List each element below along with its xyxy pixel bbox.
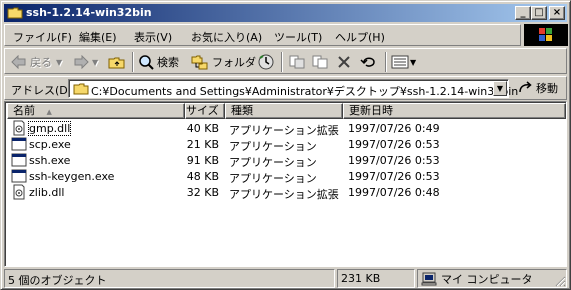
windows-logo [524,24,568,46]
toolbar-separator [385,52,387,72]
file-name: gmp.dll [27,121,72,136]
menu-view[interactable]: 表示(V) [134,29,172,45]
file-size: 48 KB [186,170,219,183]
go-button[interactable]: 移動 [517,80,558,96]
maximize-button[interactable]: □ [531,6,547,20]
column-header-modified[interactable]: 更新日時 [343,103,566,119]
views-icon [391,55,409,69]
delete-icon [338,56,350,68]
status-object-count: 5 個のオブジェクト [4,269,335,288]
copy-to-icon [312,55,328,69]
column-header-type[interactable]: 種類 [225,103,343,119]
file-size: 91 KB [186,154,219,167]
file-modified: 1997/07/26 0:48 [348,186,440,199]
menu-file[interactable]: ファイル(F) [13,29,72,45]
minimize-button[interactable]: _ [515,6,531,20]
up-folder-icon [108,57,125,69]
back-button[interactable]: 戻る ▼ [11,52,62,72]
list-header: 名前 ▲ サイズ 種類 更新日時 [7,103,566,119]
history-icon [258,54,274,70]
file-row[interactable]: ssh.exe 91 KB アプリケーション 1997/07/26 0:53 [7,152,566,169]
address-dropdown-button[interactable]: ▼ [493,81,507,96]
file-modified: 1997/07/26 0:53 [348,154,440,167]
views-button[interactable]: ▼ [391,52,416,72]
file-size: 40 KB [186,122,219,135]
file-row[interactable]: scp.exe 21 KB アプリケーション 1997/07/26 0:53 [7,136,566,153]
resize-grip-icon[interactable] [554,275,566,287]
up-folder-button[interactable] [108,52,126,72]
toolbar-separator [132,52,134,72]
file-name: zlib.dll [29,186,65,199]
dll-icon [13,120,25,136]
file-modified: 1997/07/26 0:53 [348,170,440,183]
column-header-name[interactable]: 名前 ▲ [7,103,185,119]
search-button[interactable]: 検索 [138,52,179,72]
file-name: scp.exe [29,138,71,151]
title-bar[interactable]: ssh-1.2.14-win32bin _ □ × [4,4,567,22]
folders-icon [191,55,208,70]
back-label: 戻る [30,56,52,69]
menu-help[interactable]: ヘルプ(H) [335,29,385,45]
sort-ascending-icon: ▲ [46,108,52,116]
back-icon [11,55,26,69]
dll-icon [13,184,25,200]
column-name-label: 名前 [13,104,35,117]
go-label: 移動 [536,82,558,95]
menu-favorites[interactable]: お気に入り(A) [191,29,262,45]
views-dropdown-icon: ▼ [410,57,417,67]
go-arrow-icon [519,81,532,93]
forward-dropdown-icon: ▼ [92,57,99,67]
file-name: ssh-keygen.exe [29,170,115,183]
back-dropdown-icon: ▼ [56,57,63,67]
file-row[interactable]: gmp.dll 40 KB アプリケーション拡張 1997/07/26 0:49 [7,120,566,137]
address-label: アドレス(D) [11,84,73,97]
status-size: 231 KB [337,269,415,288]
folders-button[interactable]: フォルダ [191,52,256,72]
file-modified: 1997/07/26 0:53 [348,138,440,151]
folders-label: フォルダ [212,56,256,69]
address-input[interactable]: C:¥Documents and Settings¥Administrator¥… [68,79,518,98]
forward-button[interactable]: ▼ [73,52,98,72]
folder-icon [7,7,23,19]
menu-tools[interactable]: ツール(T) [274,29,322,45]
undo-button[interactable] [360,52,378,72]
menu-edit[interactable]: 編集(E) [79,29,117,45]
menu-bar: ファイル(F) 編集(E) 表示(V) お気に入り(A) ツール(T) ヘルプ(… [4,24,521,46]
search-label: 検索 [157,56,179,69]
file-modified: 1997/07/26 0:49 [348,122,440,135]
status-location-label: マイ コンピュータ [441,272,533,286]
move-to-button[interactable] [288,52,306,72]
explorer-window: ssh-1.2.14-win32bin _ □ × ファイル(F) 編集(E) … [0,0,571,290]
window-title: ssh-1.2.14-win32bin [26,6,152,19]
file-list[interactable]: 名前 ▲ サイズ 種類 更新日時 gmp.dll 40 KB アプリケーション拡張 1… [4,101,567,267]
folder-icon [73,83,89,95]
file-name: ssh.exe [29,154,71,167]
exe-icon [11,153,27,167]
history-button[interactable] [257,52,275,72]
file-row[interactable]: zlib.dll 32 KB アプリケーション拡張 1997/07/26 0:48 [7,184,566,201]
toolbar-separator [281,52,283,72]
forward-icon [74,55,89,69]
my-computer-icon [421,272,437,285]
column-header-size[interactable]: サイズ [185,103,225,119]
status-zone: マイ コンピュータ [417,269,567,288]
status-bar: 5 個のオブジェクト 231 KB マイ コンピュータ [4,269,567,288]
address-path: C:¥Documents and Settings¥Administrator¥… [91,85,519,98]
file-size: 32 KB [186,186,219,199]
standard-toolbar: 戻る ▼ ▼ 検索 フォルダ ▼ [4,48,567,74]
exe-icon [11,169,27,183]
file-type: アプリケーション拡張 [229,188,339,201]
move-to-icon [289,55,305,69]
search-icon [139,55,154,70]
file-row[interactable]: ssh-keygen.exe 48 KB アプリケーション 1997/07/26 0:… [7,168,566,185]
exe-icon [11,137,27,151]
copy-to-button[interactable] [311,52,329,72]
address-bar: アドレス(D) C:¥Documents and Settings¥Admini… [4,76,567,100]
windows-flag-icon [539,28,552,41]
file-size: 21 KB [186,138,219,151]
close-button[interactable]: × [549,6,565,20]
delete-button[interactable] [336,52,352,72]
undo-icon [360,57,375,67]
